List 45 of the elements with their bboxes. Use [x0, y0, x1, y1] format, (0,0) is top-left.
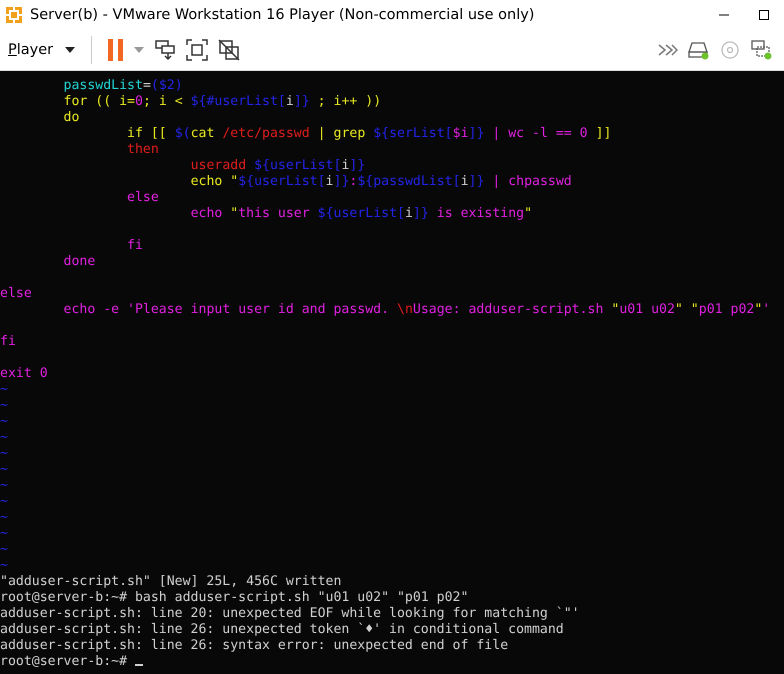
window-title: Server(b) - VMware Workstation 16 Player (Non-commercial use only) [30, 7, 534, 23]
terminal-line: adduser-script.sh: line 20: unexpected EOF while looking for matching `"' [0, 606, 580, 622]
terminal-line: for (( i=0; i < ${#userList[i]} ; i++ )) [62, 94, 382, 110]
terminal-line: ~ [0, 526, 8, 542]
player-menu[interactable]: Player [6, 40, 56, 60]
terminal-line: then [126, 142, 159, 158]
terminal-line: adduser-script.sh: line 26: syntax error: unexpected end of file [0, 638, 508, 654]
unity-off-icon[interactable] [218, 39, 240, 61]
terminal-line: fi [126, 238, 143, 254]
terminal-line: done [62, 254, 96, 270]
terminal-line: ~ [0, 478, 8, 494]
terminal-line: exit 0 [0, 366, 48, 382]
terminal-line: fi [0, 334, 16, 350]
terminal-line: ~ [0, 430, 8, 446]
terminal-line: ~ [0, 542, 8, 558]
maximize-icon[interactable] [758, 9, 770, 21]
double-chevron-icon[interactable] [658, 44, 678, 56]
terminal-line: echo -e 'Please input user id and passwd. \nUsage: adduser-script.sh "u01 u02" "p01 p02"' [62, 302, 770, 318]
terminal-line: ~ [0, 382, 8, 398]
terminal-line: ~ [0, 462, 8, 478]
pause-icon[interactable] [108, 39, 124, 61]
terminal-line: useradd ${userList[i]} [190, 158, 366, 174]
caret-icon[interactable] [65, 47, 76, 53]
terminal-line: adduser-script.sh: line 26: unexpected token `♦' in conditional command [0, 622, 564, 638]
terminal-line: ~ [0, 494, 8, 510]
terminal-line: ~ [0, 398, 8, 414]
terminal-line: passwdList=($2) [62, 78, 183, 94]
app-logo-icon [4, 5, 24, 25]
terminal-line: echo "this user ${userList[i]} is existing" [190, 206, 532, 222]
fullscreen-icon[interactable] [186, 39, 208, 61]
terminal-line: if [[ $(cat /etc/passwd | grep ${serList[$i]} | wc -l == 0 ]] [126, 126, 612, 142]
network-icon[interactable] [750, 40, 772, 60]
terminal-line: else [126, 190, 159, 206]
hard-disk-icon[interactable] [688, 40, 710, 60]
computer-arrow-icon[interactable] [154, 39, 176, 61]
terminal-line: ~ [0, 510, 8, 526]
terminal-line: root@server-b:~# [0, 654, 143, 670]
terminal-line: echo "${userList[i]}:${passwdList[i]} | chpasswd [190, 174, 572, 190]
terminal-line: ~ [0, 558, 8, 574]
terminal-line: ~ [0, 414, 8, 430]
terminal-line: do [62, 110, 80, 126]
terminal-line: "adduser-script.sh" [New] 25L, 456C written [0, 574, 342, 590]
terminal-line: else [0, 286, 32, 302]
terminal-line: root@server-b:~# bash adduser-script.sh "u01 u02" "p01 p02" [0, 590, 468, 606]
terminal-line: ~ [0, 446, 8, 462]
